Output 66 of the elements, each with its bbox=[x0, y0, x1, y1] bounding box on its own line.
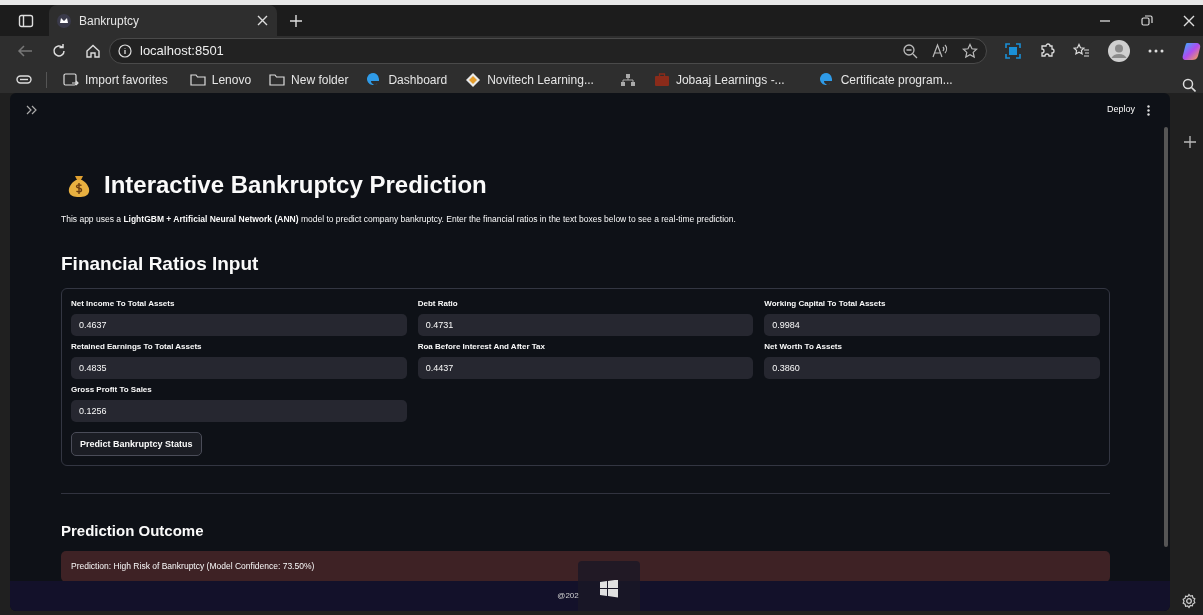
windows-icon bbox=[600, 580, 618, 598]
error-alert: Prediction: High Risk of Bankruptcy (Model Confidence: 73.50%) bbox=[61, 550, 1110, 582]
bookmark-item[interactable]: Lenovo bbox=[187, 68, 254, 91]
search-icon[interactable] bbox=[1182, 78, 1196, 92]
zoom-out-icon[interactable] bbox=[903, 43, 918, 59]
input-field[interactable]: 0.4835 bbox=[71, 357, 407, 380]
crown-icon bbox=[57, 13, 71, 28]
reload-icon[interactable] bbox=[51, 43, 67, 59]
settings-icon[interactable] bbox=[1180, 593, 1197, 609]
tab-title: Bankruptcy bbox=[79, 12, 141, 30]
restore-icon[interactable] bbox=[1141, 14, 1153, 27]
field-label: Net Worth To Assets bbox=[764, 341, 843, 354]
folder-icon bbox=[189, 71, 206, 88]
briefcase-icon bbox=[653, 71, 670, 88]
bookmark-item[interactable]: Import favorites bbox=[61, 68, 170, 91]
field-label: Gross Profit To Sales bbox=[71, 384, 153, 397]
close-icon[interactable] bbox=[256, 14, 269, 27]
favorites-icon[interactable] bbox=[1073, 43, 1090, 59]
bookmark-item[interactable]: Novitech Learning... bbox=[463, 68, 596, 91]
field-label: Net Income To Total Assets bbox=[71, 298, 176, 311]
more-icon[interactable] bbox=[1148, 49, 1164, 53]
collections-icon[interactable] bbox=[16, 73, 32, 86]
extensions-icon[interactable] bbox=[1039, 43, 1055, 59]
avatar-icon[interactable] bbox=[1108, 40, 1130, 62]
plus-icon[interactable] bbox=[1183, 136, 1196, 148]
start-button[interactable] bbox=[578, 561, 640, 611]
input-field[interactable]: 0.4437 bbox=[417, 357, 754, 380]
screenshot-icon[interactable] bbox=[1005, 43, 1021, 59]
field-label: Debt Ratio bbox=[417, 298, 459, 311]
expand-icon[interactable] bbox=[26, 105, 37, 115]
input-field[interactable]: 0.9984 bbox=[764, 314, 1100, 337]
section-heading: Prediction Outcome bbox=[61, 521, 205, 542]
field-label: Roa Before Interest And After Tax bbox=[417, 341, 546, 354]
import-icon bbox=[63, 71, 79, 88]
field-label: Retained Earnings To Total Assets bbox=[71, 341, 203, 354]
section-heading: Financial Ratios Input bbox=[61, 251, 260, 276]
bookmark-item[interactable]: Jobaaj Learnings -... bbox=[651, 68, 787, 91]
plus-icon[interactable] bbox=[289, 13, 303, 28]
input-field[interactable]: 0.4637 bbox=[71, 314, 407, 337]
home-icon[interactable] bbox=[85, 43, 101, 59]
input-field[interactable]: 0.1256 bbox=[71, 400, 407, 423]
footer-text: @202 bbox=[557, 590, 579, 602]
input-field[interactable]: 0.4731 bbox=[417, 314, 754, 337]
sidebar-icon[interactable] bbox=[18, 13, 34, 28]
description-text: This app uses a LightGBM + Artificial Neural Network (ANN) model to predict company bankruptcy. Enter the financial ratios in the text boxes below to see a real-time prediction. bbox=[61, 213, 737, 226]
bookmark-item[interactable]: Certificate program... bbox=[816, 68, 955, 91]
diamond-icon bbox=[465, 71, 482, 88]
url-text: localhost:8501 bbox=[140, 42, 224, 61]
bookmark-item[interactable]: Dashboard bbox=[364, 68, 450, 91]
more-icon[interactable] bbox=[1147, 104, 1150, 116]
star-icon[interactable] bbox=[962, 43, 978, 59]
folder-icon bbox=[269, 71, 286, 88]
back-icon[interactable] bbox=[17, 43, 33, 59]
browser-tab[interactable]: Bankruptcy bbox=[49, 5, 277, 36]
input-field[interactable]: 0.3860 bbox=[764, 357, 1100, 380]
close-icon[interactable] bbox=[1183, 14, 1195, 27]
info-icon bbox=[118, 44, 132, 58]
page-title: Interactive Bankruptcy Prediction bbox=[104, 170, 487, 200]
deploy-button[interactable]: Deploy bbox=[1105, 103, 1137, 117]
read-aloud-icon[interactable] bbox=[932, 43, 948, 59]
address-bar[interactable]: localhost:8501 bbox=[109, 38, 987, 64]
network-icon[interactable] bbox=[619, 71, 636, 88]
bookmark-item[interactable]: New folder bbox=[267, 68, 351, 91]
scrollbar[interactable] bbox=[1164, 127, 1168, 547]
field-label: Working Capital To Total Assets bbox=[764, 298, 887, 311]
predict-button[interactable]: Predict Bankruptcy Status bbox=[71, 432, 202, 457]
